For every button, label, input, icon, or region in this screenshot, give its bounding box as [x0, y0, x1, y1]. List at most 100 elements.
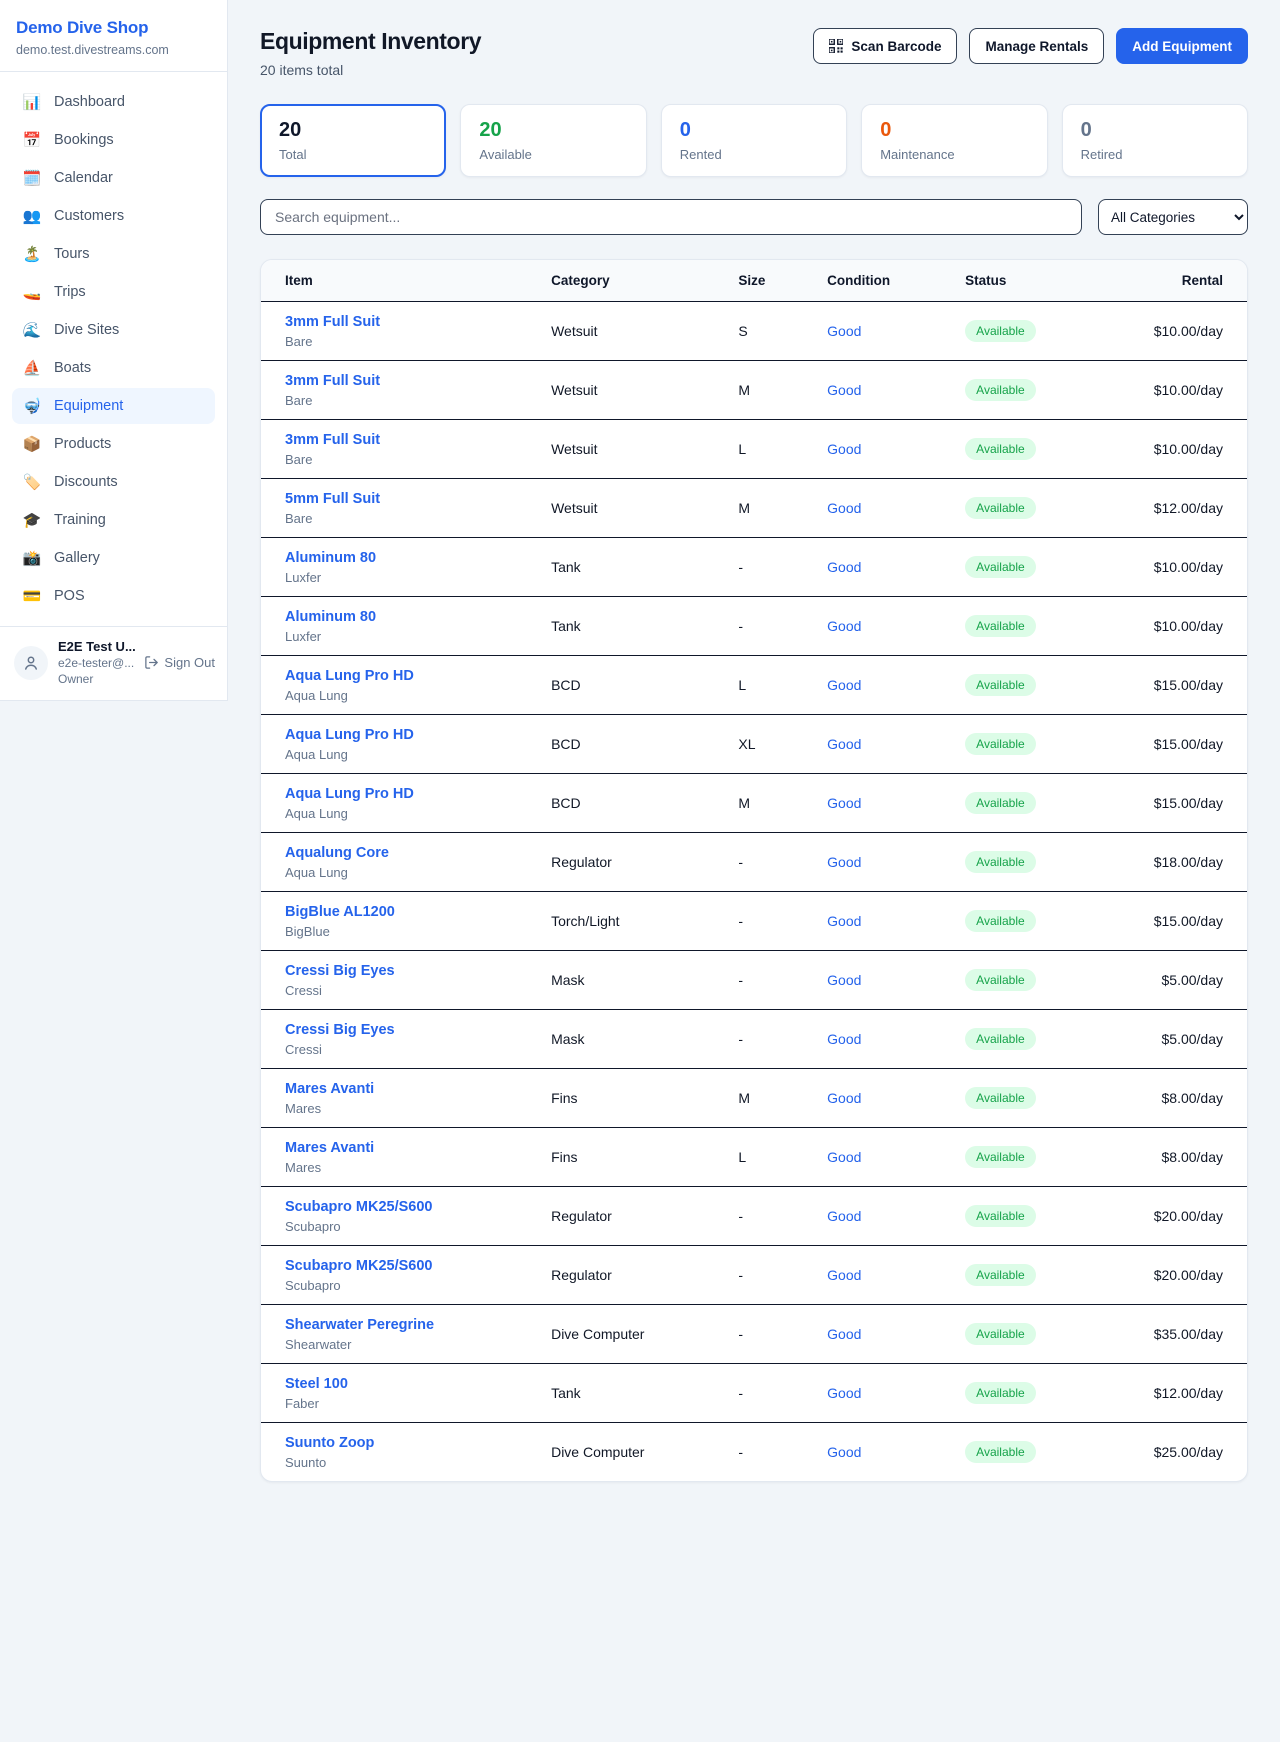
status-badge: Available	[965, 1028, 1035, 1050]
discounts-tag-icon: 🏷️	[22, 473, 42, 491]
item-rental: $12.00/day	[1129, 1364, 1247, 1423]
item-name-link[interactable]: 3mm Full Suit	[285, 314, 380, 330]
sidebar-item-tours[interactable]: 🏝️ Tours	[12, 236, 215, 272]
item-brand: Bare	[285, 334, 523, 349]
item-size: -	[724, 1010, 813, 1069]
item-name-link[interactable]: Cressi Big Eyes	[285, 963, 395, 979]
item-condition-link[interactable]: Good	[827, 677, 861, 693]
item-size: M	[724, 774, 813, 833]
sidebar-item-bookings[interactable]: 📅 Bookings	[12, 122, 215, 158]
table-row: BigBlue AL1200 BigBlue Torch/Light - Goo…	[261, 892, 1247, 951]
search-input[interactable]	[260, 199, 1082, 235]
item-condition-link[interactable]: Good	[827, 500, 861, 516]
stat-value: 20	[279, 119, 427, 142]
status-badge: Available	[965, 1382, 1035, 1404]
category-filter-select[interactable]: All Categories	[1098, 199, 1248, 235]
stat-card-total[interactable]: 20 Total	[260, 104, 446, 177]
item-category: BCD	[537, 774, 724, 833]
sidebar-item-pos[interactable]: 💳 POS	[12, 578, 215, 614]
item-name-link[interactable]: Scubapro MK25/S600	[285, 1258, 432, 1274]
person-icon	[22, 654, 40, 672]
item-condition-link[interactable]: Good	[827, 736, 861, 752]
brand-domain: demo.test.divestreams.com	[16, 43, 211, 57]
item-condition-link[interactable]: Good	[827, 618, 861, 634]
item-name-link[interactable]: Aqualung Core	[285, 845, 389, 861]
item-name-link[interactable]: Aqua Lung Pro HD	[285, 786, 414, 802]
item-name-link[interactable]: 5mm Full Suit	[285, 491, 380, 507]
stat-card-available[interactable]: 20 Available	[460, 104, 646, 177]
pos-credit-card-icon: 💳	[22, 587, 42, 605]
item-name-link[interactable]: Shearwater Peregrine	[285, 1317, 434, 1333]
item-brand: Cressi	[285, 983, 523, 998]
training-cap-icon: 🎓	[22, 511, 42, 529]
item-name-link[interactable]: Steel 100	[285, 1376, 348, 1392]
item-condition-link[interactable]: Good	[827, 1208, 861, 1224]
item-name-link[interactable]: Mares Avanti	[285, 1140, 374, 1156]
nav-item-label: POS	[54, 588, 85, 604]
sidebar-item-equipment[interactable]: 🤿 Equipment	[12, 388, 215, 424]
page-title: Equipment Inventory	[260, 28, 481, 55]
item-size: XL	[724, 715, 813, 774]
item-name-link[interactable]: Aluminum 80	[285, 550, 376, 566]
item-name-link[interactable]: 3mm Full Suit	[285, 432, 380, 448]
sidebar-item-dive-sites[interactable]: 🌊 Dive Sites	[12, 312, 215, 348]
sidebar-item-calendar[interactable]: 🗓️ Calendar	[12, 160, 215, 196]
item-condition-link[interactable]: Good	[827, 1031, 861, 1047]
item-condition-link[interactable]: Good	[827, 913, 861, 929]
item-name-link[interactable]: Suunto Zoop	[285, 1435, 374, 1451]
item-condition-link[interactable]: Good	[827, 972, 861, 988]
item-condition-link[interactable]: Good	[827, 382, 861, 398]
item-brand: Luxfer	[285, 570, 523, 585]
dive-sites-wave-icon: 🌊	[22, 321, 42, 339]
scan-barcode-button[interactable]: Scan Barcode	[813, 28, 957, 64]
sidebar-item-products[interactable]: 📦 Products	[12, 426, 215, 462]
sign-out-button[interactable]: Sign Out	[144, 655, 215, 670]
sidebar-item-gallery[interactable]: 📸 Gallery	[12, 540, 215, 576]
nav-item-label: Bookings	[54, 132, 114, 148]
item-name-link[interactable]: Mares Avanti	[285, 1081, 374, 1097]
item-name-link[interactable]: Aluminum 80	[285, 609, 376, 625]
item-brand: Aqua Lung	[285, 806, 523, 821]
add-equipment-button[interactable]: Add Equipment	[1116, 28, 1248, 64]
stat-card-maintenance[interactable]: 0 Maintenance	[861, 104, 1047, 177]
stat-card-retired[interactable]: 0 Retired	[1062, 104, 1248, 177]
item-condition-link[interactable]: Good	[827, 1326, 861, 1342]
item-condition-link[interactable]: Good	[827, 854, 861, 870]
sidebar-item-training[interactable]: 🎓 Training	[12, 502, 215, 538]
status-badge: Available	[965, 1146, 1035, 1168]
bookings-calendar-icon: 📅	[22, 131, 42, 149]
table-row: Scubapro MK25/S600 Scubapro Regulator - …	[261, 1187, 1247, 1246]
item-condition-link[interactable]: Good	[827, 1090, 861, 1106]
item-category: BCD	[537, 656, 724, 715]
sidebar: Demo Dive Shop demo.test.divestreams.com…	[0, 0, 228, 701]
manage-rentals-button[interactable]: Manage Rentals	[969, 28, 1104, 64]
item-condition-link[interactable]: Good	[827, 1444, 861, 1460]
item-condition-link[interactable]: Good	[827, 1385, 861, 1401]
sidebar-item-trips[interactable]: 🚤 Trips	[12, 274, 215, 310]
sidebar-item-discounts[interactable]: 🏷️ Discounts	[12, 464, 215, 500]
item-condition-link[interactable]: Good	[827, 559, 861, 575]
item-condition-link[interactable]: Good	[827, 323, 861, 339]
sidebar-item-boats[interactable]: ⛵ Boats	[12, 350, 215, 386]
item-name-link[interactable]: Cressi Big Eyes	[285, 1022, 395, 1038]
item-name-link[interactable]: Scubapro MK25/S600	[285, 1199, 432, 1215]
item-condition-link[interactable]: Good	[827, 795, 861, 811]
item-condition-link[interactable]: Good	[827, 1149, 861, 1165]
table-row: Cressi Big Eyes Cressi Mask - Good Avail…	[261, 951, 1247, 1010]
item-name-link[interactable]: Aqua Lung Pro HD	[285, 668, 414, 684]
item-condition-link[interactable]: Good	[827, 1267, 861, 1283]
item-name-link[interactable]: 3mm Full Suit	[285, 373, 380, 389]
sidebar-item-dashboard[interactable]: 📊 Dashboard	[12, 84, 215, 120]
sidebar-item-customers[interactable]: 👥 Customers	[12, 198, 215, 234]
item-name-link[interactable]: BigBlue AL1200	[285, 904, 395, 920]
stat-card-rented[interactable]: 0 Rented	[661, 104, 847, 177]
stats-cards: 20 Total 20 Available 0 Rented 0 Mainten…	[260, 104, 1248, 177]
items-total-subtitle: 20 items total	[260, 62, 481, 78]
status-badge: Available	[965, 379, 1035, 401]
column-header-size: Size	[724, 260, 813, 302]
item-condition-link[interactable]: Good	[827, 441, 861, 457]
item-name-link[interactable]: Aqua Lung Pro HD	[285, 727, 414, 743]
status-badge: Available	[965, 733, 1035, 755]
table-row: Mares Avanti Mares Fins L Good Available…	[261, 1128, 1247, 1187]
item-brand: Shearwater	[285, 1337, 523, 1352]
